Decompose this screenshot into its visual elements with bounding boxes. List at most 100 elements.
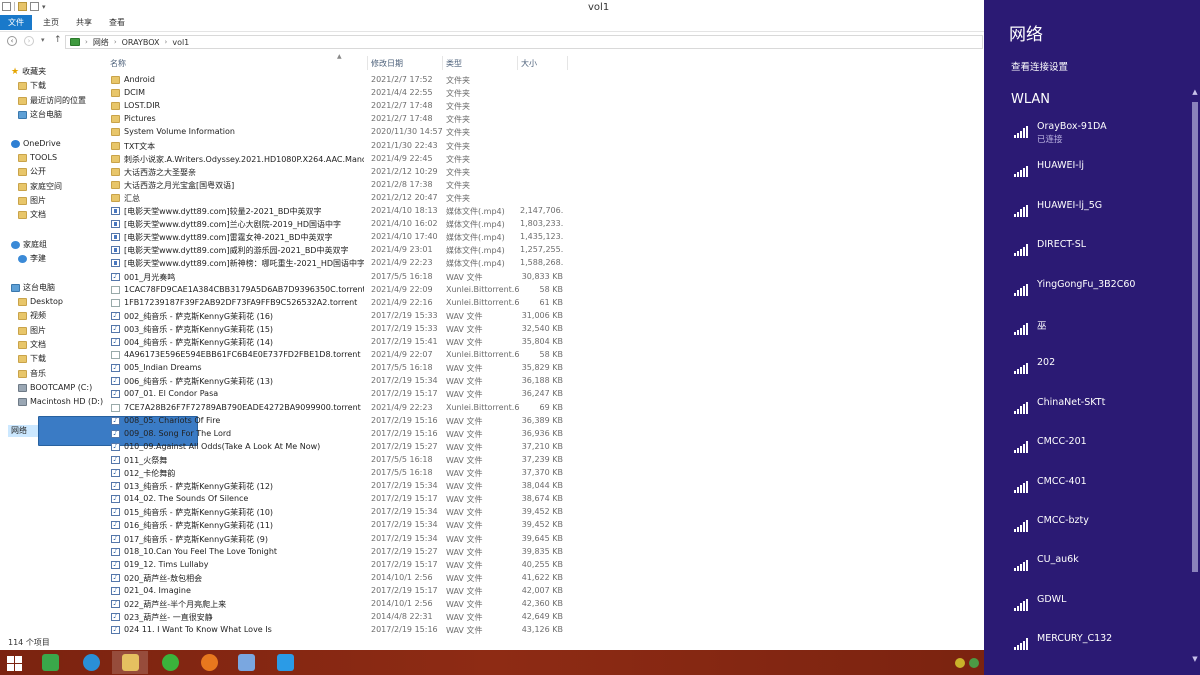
- file-row[interactable]: 刺杀小说家.A.Writers.Odyssey.2021.HD1080P.X26…: [108, 153, 578, 166]
- file-row[interactable]: 7CE7A28B26F7F72789AB790EADE4272BA9099900…: [108, 402, 578, 415]
- nav-item[interactable]: 家庭空间: [18, 181, 62, 193]
- file-row[interactable]: 020_葫芦丝-敖包相会 2014/10/1 2:56 WAV 文件 41,622 K…: [108, 572, 578, 585]
- nav-item[interactable]: OneDrive: [11, 138, 61, 150]
- wifi-network-item[interactable]: ChinaNet-SKTt: [1014, 397, 1174, 427]
- file-row[interactable]: 018_10.Can You Feel The Love Tonight 2017…: [108, 546, 578, 559]
- document-icon[interactable]: [30, 2, 39, 11]
- file-row[interactable]: 010_09.Against All Odds(Take A Look At M…: [108, 441, 578, 454]
- nav-item[interactable]: 李建: [18, 253, 46, 265]
- file-row[interactable]: [电影天堂www.dytt89.com]新神榜：哪吒重生-2021_HD国语中字…: [108, 257, 578, 270]
- wifi-network-item[interactable]: 202: [1014, 357, 1174, 387]
- start-button[interactable]: [0, 651, 30, 674]
- wifi-network-item[interactable]: MERCURY_C132: [1014, 633, 1174, 663]
- file-row[interactable]: 大话西游之大圣娶亲 2021/2/12 10:29 文件夹: [108, 166, 578, 179]
- file-row[interactable]: TXT文本 2021/1/30 22:43 文件夹: [108, 140, 578, 153]
- tab-view[interactable]: 查看: [103, 15, 131, 30]
- file-row[interactable]: 004_纯音乐 - 萨克斯KennyG茉莉花 (14) 2017/2/19 15:…: [108, 336, 578, 349]
- properties-icon[interactable]: [2, 2, 11, 11]
- breadcrumb-separator-icon[interactable]: ›: [165, 38, 168, 46]
- tab-home[interactable]: 主页: [37, 15, 65, 30]
- wifi-network-item[interactable]: HUAWEI-lj: [1014, 160, 1174, 190]
- column-header-name[interactable]: 名称: [110, 58, 126, 69]
- file-row[interactable]: 011_火祭舞 2017/5/5 16:18 WAV 文件 37,239 KB: [108, 454, 578, 467]
- file-row[interactable]: 大话西游之月光宝盒[国粤双语] 2021/2/8 17:38 文件夹: [108, 179, 578, 192]
- file-row[interactable]: Pictures 2021/2/7 17:48 文件夹: [108, 113, 578, 126]
- nav-item[interactable]: 文档: [18, 209, 46, 221]
- column-divider[interactable]: [442, 56, 443, 70]
- column-header-type[interactable]: 类型: [446, 58, 462, 69]
- up-arrow-icon[interactable]: ↑: [54, 35, 62, 45]
- tab-share[interactable]: 共享: [70, 15, 98, 30]
- breadcrumb-oraybox[interactable]: ORAYBOX: [122, 38, 160, 47]
- nav-item[interactable]: 公开: [18, 166, 46, 178]
- file-row[interactable]: 4A96173E596E594EBB61FC6B4E0E737FD2FBE1D8…: [108, 349, 578, 362]
- file-row[interactable]: 006_纯音乐 - 萨克斯KennyG茉莉花 (13) 2017/2/19 15:…: [108, 375, 578, 388]
- wifi-network-item[interactable]: DIRECT-SL: [1014, 239, 1174, 269]
- breadcrumb-separator-icon[interactable]: ›: [114, 38, 117, 46]
- file-row[interactable]: 007_01. El Condor Pasa 2017/2/19 15:17 WAV…: [108, 388, 578, 401]
- file-row[interactable]: [电影天堂www.dytt89.com]兰心大剧院-2019_HD国语中字 202…: [108, 218, 578, 231]
- scrollbar-thumb[interactable]: [1192, 102, 1198, 572]
- nav-item[interactable]: 网络: [8, 416, 198, 446]
- file-row[interactable]: 024 11. I Want To Know What Love Is 2017/…: [108, 624, 578, 637]
- new-folder-icon[interactable]: [18, 2, 27, 11]
- wifi-network-item[interactable]: CU_au6k: [1014, 554, 1174, 584]
- nav-item[interactable]: 音乐: [18, 368, 46, 380]
- file-row[interactable]: 023_葫芦丝- 一直很安静 2014/4/8 22:31 WAV 文件 42,649…: [108, 611, 578, 624]
- file-row[interactable]: 021_04. Imagine 2017/2/19 15:17 WAV 文件 42,0…: [108, 585, 578, 598]
- file-row[interactable]: Android 2021/2/7 17:52 文件夹: [108, 74, 578, 87]
- breadcrumb-network[interactable]: 网络: [93, 37, 109, 48]
- nav-item[interactable]: 这台电脑: [11, 282, 55, 294]
- breadcrumb-vol1[interactable]: vol1: [172, 38, 189, 47]
- wifi-network-item[interactable]: HUAWEI-lj_5G: [1014, 200, 1174, 230]
- wifi-network-item[interactable]: GDWL: [1014, 594, 1174, 624]
- file-row[interactable]: 014_02. The Sounds Of Silence 2017/2/19 1…: [108, 493, 578, 506]
- customize-dropdown-icon[interactable]: ▾: [42, 3, 46, 11]
- column-header-date[interactable]: 修改日期: [371, 58, 403, 69]
- nav-item[interactable]: 图片: [18, 195, 46, 207]
- taskbar-app-button[interactable]: [112, 651, 148, 674]
- wifi-network-item[interactable]: OrayBox-91DA 已连接: [1014, 121, 1174, 151]
- nav-item[interactable]: 下载: [18, 353, 46, 365]
- forward-button[interactable]: ›: [24, 36, 34, 46]
- nav-item[interactable]: 文档: [18, 339, 46, 351]
- file-row[interactable]: [电影天堂www.dytt89.com]较量2-2021_BD中英双字 2021/…: [108, 205, 578, 218]
- file-row[interactable]: 汇总 2021/2/12 20:47 文件夹: [108, 192, 578, 205]
- breadcrumb-separator-icon[interactable]: ›: [85, 38, 88, 46]
- tray-app-icon[interactable]: [955, 658, 965, 668]
- wifi-network-item[interactable]: 巫: [1014, 318, 1174, 348]
- recent-locations-dropdown-icon[interactable]: ▾: [41, 36, 45, 44]
- file-row[interactable]: 008_05. Chariots Of Fire 2017/2/19 15:16 W…: [108, 415, 578, 428]
- tab-file[interactable]: 文件: [0, 15, 32, 30]
- column-divider[interactable]: [567, 56, 568, 70]
- flyout-scrollbar[interactable]: ▲ ▼: [1190, 80, 1200, 675]
- column-divider[interactable]: [367, 56, 368, 70]
- file-row[interactable]: DCIM 2021/4/4 22:55 文件夹: [108, 87, 578, 100]
- address-field[interactable]: › 网络 › ORAYBOX › vol1: [65, 35, 983, 49]
- nav-item[interactable]: BOOTCAMP (C:): [18, 382, 92, 394]
- file-row[interactable]: 1CAC78FD9CAE1A384CBB3179A5D6AB7D9396350C…: [108, 284, 578, 297]
- wifi-network-item[interactable]: YingGongFu_3B2C60: [1014, 279, 1174, 309]
- nav-item[interactable]: 图片: [18, 325, 46, 337]
- taskbar-app-button[interactable]: [152, 651, 188, 674]
- file-row[interactable]: 012_卡伦舞韵 2017/5/5 16:18 WAV 文件 37,370 KB: [108, 467, 578, 480]
- nav-item[interactable]: 这台电脑: [18, 109, 62, 121]
- file-row[interactable]: 002_纯音乐 - 萨克斯KennyG茉莉花 (16) 2017/2/19 15:…: [108, 310, 578, 323]
- column-divider[interactable]: [517, 56, 518, 70]
- scroll-down-icon[interactable]: ▼: [1190, 655, 1200, 665]
- file-row[interactable]: 003_纯音乐 - 萨克斯KennyG茉莉花 (15) 2017/2/19 15:…: [108, 323, 578, 336]
- view-connection-settings-link[interactable]: 查看连接设置: [1011, 59, 1068, 73]
- file-row[interactable]: 016_纯音乐 - 萨克斯KennyG茉莉花 (11) 2017/2/19 15:…: [108, 519, 578, 532]
- file-row[interactable]: [电影天堂www.dytt89.com]威利的游乐园-2021_BD中英双字 20…: [108, 244, 578, 257]
- nav-item[interactable]: Desktop: [18, 296, 63, 308]
- file-row[interactable]: System Volume Information 2020/11/30 14:5…: [108, 126, 578, 139]
- file-row[interactable]: 009_08. Song For The Lord 2017/2/19 15:16…: [108, 428, 578, 441]
- taskbar-app-button[interactable]: [32, 651, 68, 674]
- taskbar-app-button[interactable]: [267, 651, 303, 674]
- nav-item[interactable]: Macintosh HD (D:): [18, 396, 103, 408]
- file-row[interactable]: 1FB17239187F39F2AB92DF73FA9FFB9C526532A2…: [108, 297, 578, 310]
- file-row[interactable]: LOST.DIR 2021/2/7 17:48 文件夹: [108, 100, 578, 113]
- nav-item[interactable]: TOOLS: [18, 152, 57, 164]
- file-row[interactable]: 013_纯音乐 - 萨克斯KennyG茉莉花 (12) 2017/2/19 15:…: [108, 480, 578, 493]
- security-shield-icon[interactable]: [969, 658, 979, 668]
